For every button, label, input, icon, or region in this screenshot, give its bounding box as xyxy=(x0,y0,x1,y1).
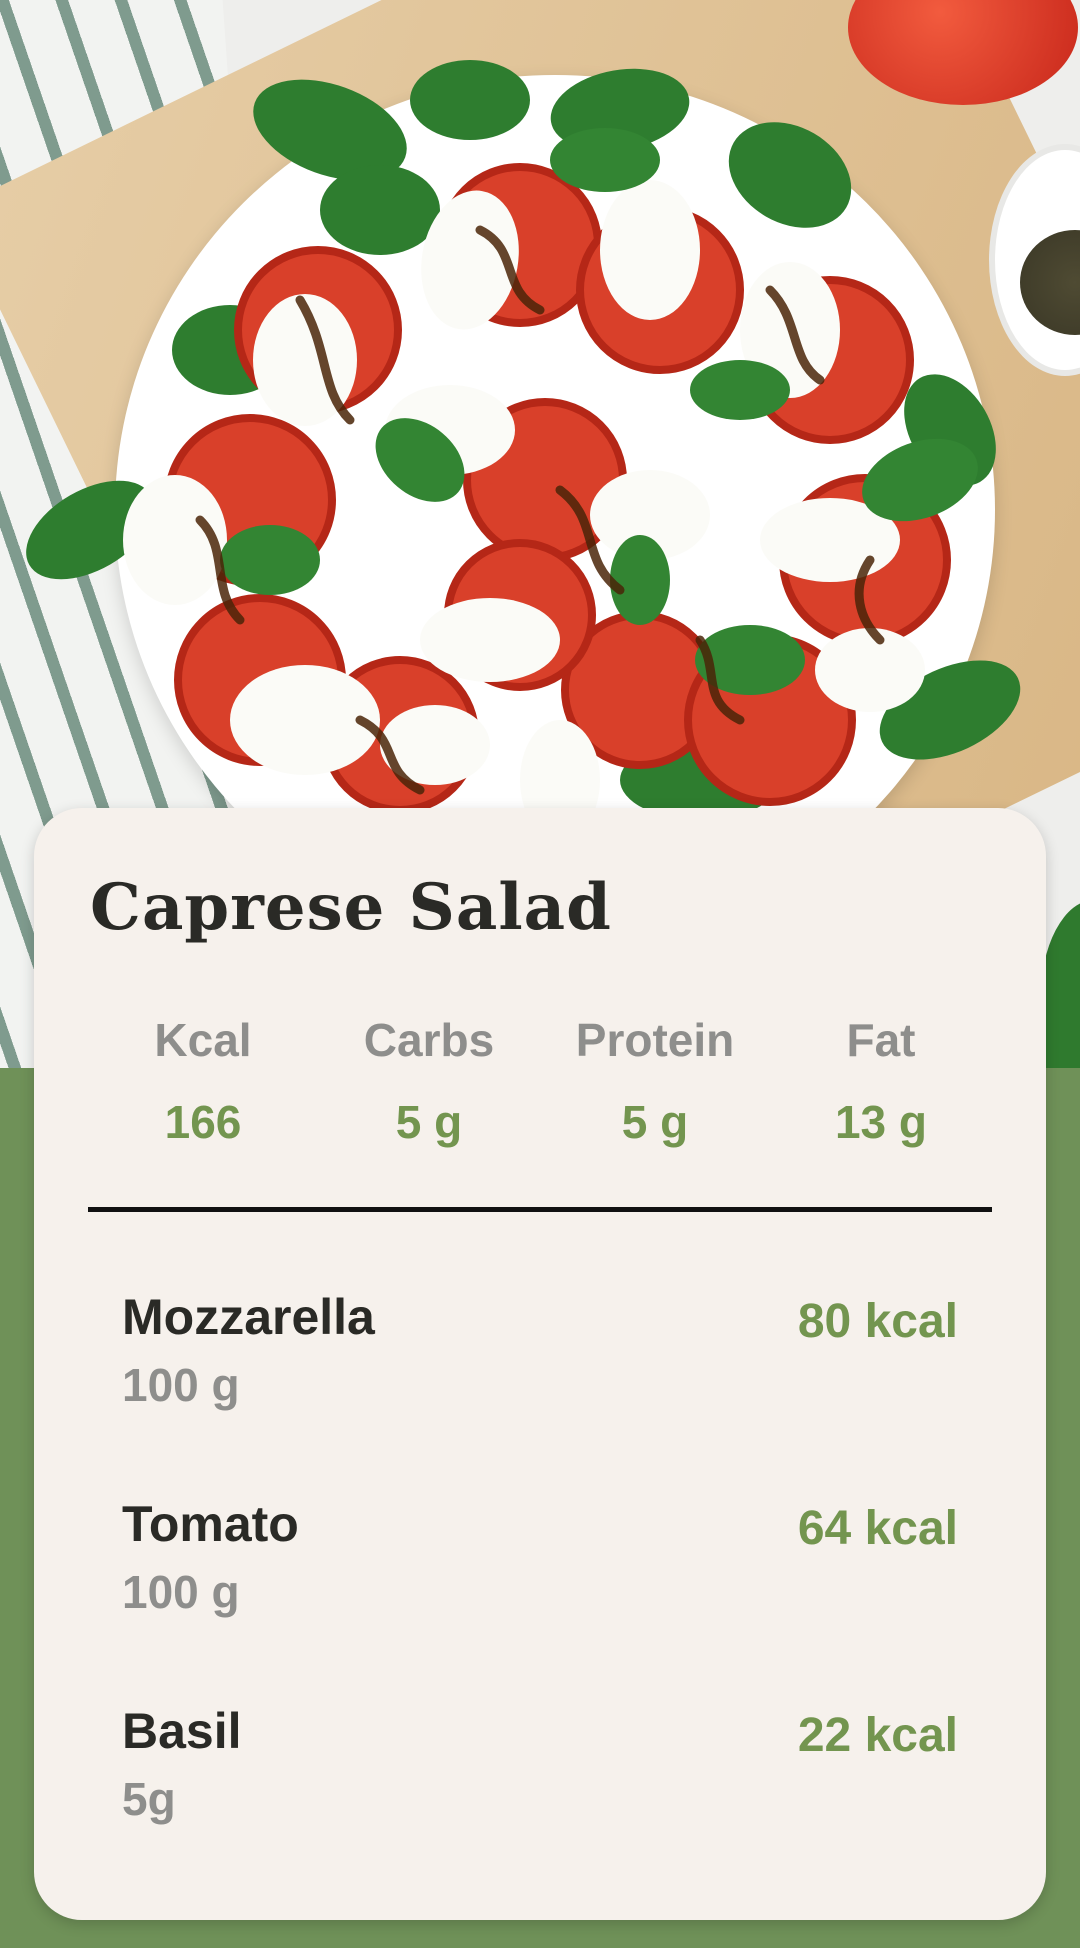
ingredient-kcal: 64 kcal xyxy=(797,1502,958,1555)
ingredient-kcal: 80 kcal xyxy=(797,1295,958,1348)
ingredient-amount: 100 g xyxy=(122,1359,240,1411)
ingredient-name: Basil xyxy=(122,1703,242,1759)
nutrition-protein: Protein 5 g xyxy=(542,1013,768,1149)
ingredient-amount: 100 g xyxy=(122,1566,240,1618)
ingredient-item-basil[interactable]: Basil 5g 22 kcal xyxy=(122,1702,958,1909)
ingredient-item-mozzarella[interactable]: Mozzarella 100 g 80 kcal xyxy=(122,1288,958,1495)
nutrition-kcal: Kcal 166 xyxy=(90,1013,316,1149)
nutrition-summary: Kcal 166 Carbs 5 g Protein 5 g Fat 13 g xyxy=(90,1013,994,1149)
recipe-card: Caprese Salad Kcal 166 Carbs 5 g Protein… xyxy=(34,808,1046,1920)
nutrition-value: 13 g xyxy=(834,1096,928,1148)
ingredient-list: Mozzarella 100 g 80 kcal Tomato 100 g 64… xyxy=(122,1288,958,1909)
ingredient-name: Mozzarella xyxy=(122,1289,375,1345)
nutrition-carbs: Carbs 5 g xyxy=(316,1013,542,1149)
recipe-title: Caprese Salad xyxy=(90,870,612,945)
nutrition-value: 5 g xyxy=(621,1096,689,1148)
ingredient-name: Tomato xyxy=(122,1496,299,1552)
divider xyxy=(88,1207,992,1212)
ingredient-item-tomato[interactable]: Tomato 100 g 64 kcal xyxy=(122,1495,958,1702)
ingredient-amount: 5g xyxy=(122,1773,176,1825)
nutrition-value: 5 g xyxy=(395,1096,463,1148)
nutrition-value: 166 xyxy=(164,1096,242,1148)
ingredient-kcal: 22 kcal xyxy=(797,1709,958,1762)
nutrition-label: Fat xyxy=(846,1014,916,1066)
nutrition-label: Carbs xyxy=(363,1014,495,1066)
nutrition-fat: Fat 13 g xyxy=(768,1013,994,1149)
nutrition-label: Protein xyxy=(575,1014,735,1066)
nutrition-label: Kcal xyxy=(154,1014,252,1066)
